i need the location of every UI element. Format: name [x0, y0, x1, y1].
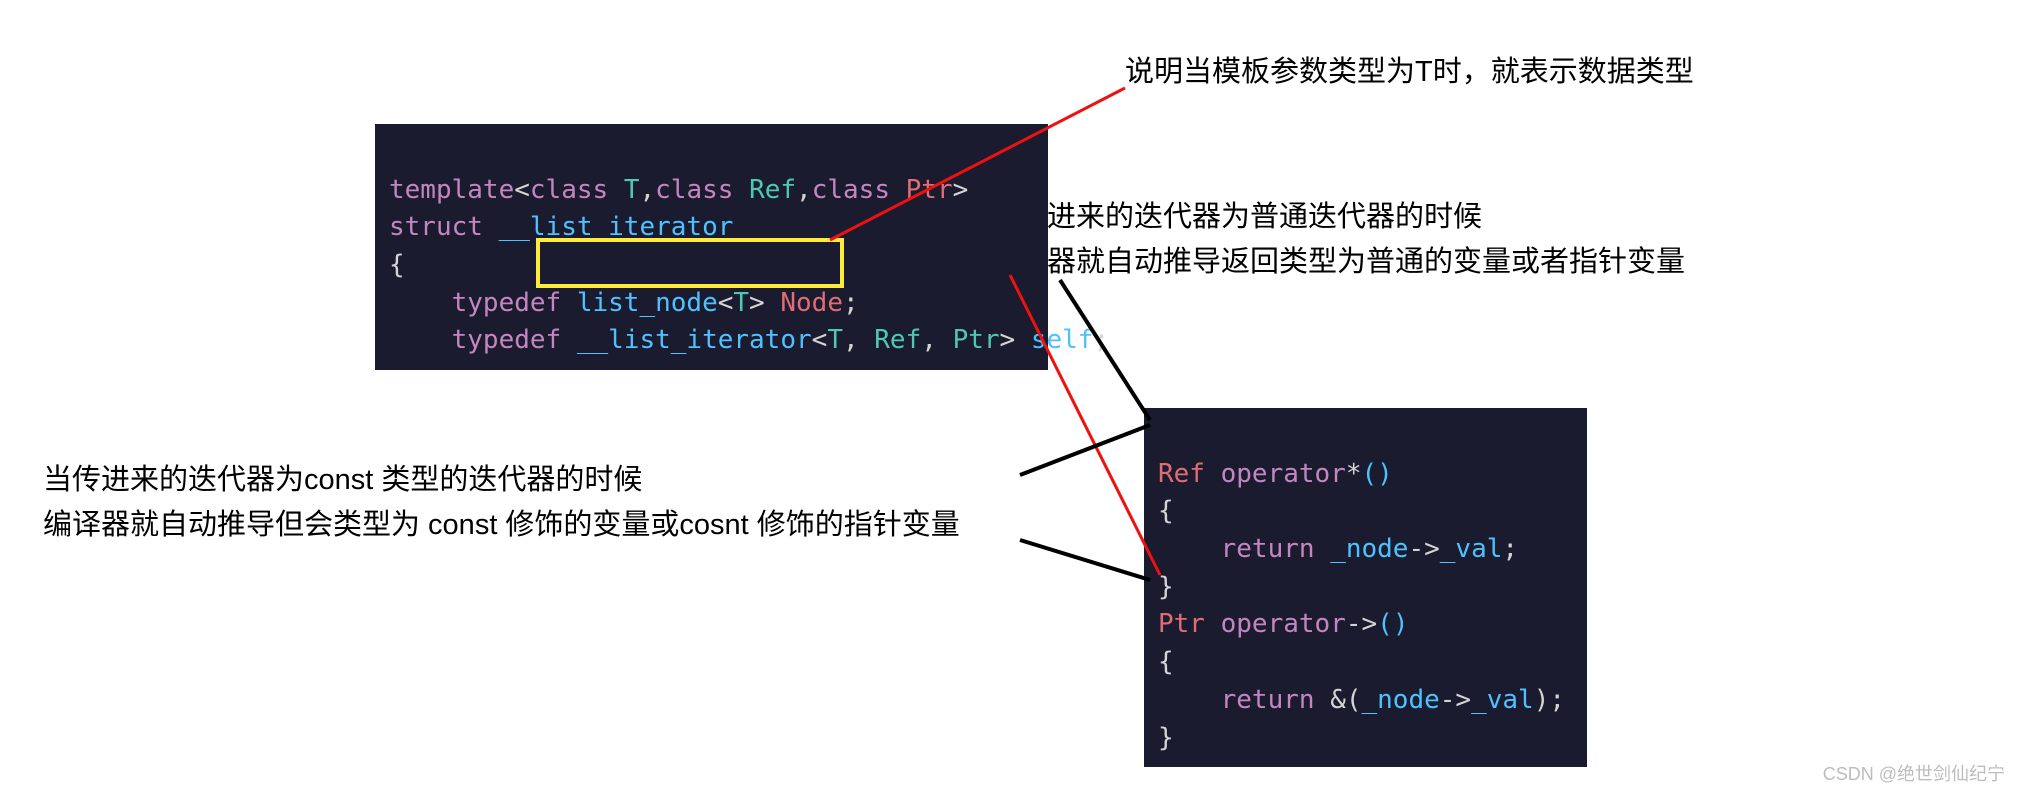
- annotation-left-line1: 当传进来的迭代器为const 类型的迭代器的时候: [43, 458, 642, 503]
- brace-open3: {: [1158, 647, 1174, 677]
- connector-overlay: [0, 0, 2029, 796]
- id-list-iterator: __list_iterator: [499, 212, 734, 242]
- kw-class1: class: [530, 175, 608, 205]
- op-lt: <: [514, 175, 530, 205]
- kw-return1: return: [1158, 534, 1330, 564]
- kw-return2: return: [1158, 685, 1330, 715]
- type-list-iterator2: __list_iterator: [577, 325, 812, 355]
- id-val1: _val: [1440, 534, 1503, 564]
- id-self: self: [1031, 325, 1094, 355]
- op-comma1: ,: [639, 175, 655, 205]
- op-gt2: >: [749, 288, 780, 318]
- code-block-top: template<class T,class Ref,class Ptr> st…: [375, 124, 1048, 370]
- type-Ptr: Ptr: [890, 175, 953, 205]
- kw-struct: struct: [389, 212, 499, 242]
- op-semi1: ;: [843, 288, 859, 318]
- brace-close3: }: [1158, 723, 1174, 753]
- paren1: (): [1362, 459, 1393, 489]
- op-semi4: ;: [1549, 685, 1565, 715]
- op-arrow2: ->: [1346, 609, 1377, 639]
- kw-typedef1: typedef: [389, 288, 577, 318]
- kw-template: template: [389, 175, 514, 205]
- kw-typedef2: typedef: [389, 325, 577, 355]
- annotation-top: 说明当模板参数类型为T时，就表示数据类型: [1125, 50, 1694, 95]
- op-c4: ,: [921, 325, 952, 355]
- op-c3: ,: [843, 325, 874, 355]
- arrow-black-3: [1020, 540, 1150, 580]
- op-paren-open: (: [1346, 685, 1362, 715]
- op-semi2: ;: [1093, 325, 1109, 355]
- op-gt3: >: [1000, 325, 1031, 355]
- annotation-left-line2: 编译器就自动推导但会类型为 const 修饰的变量或cosnt 修饰的指针变量: [43, 503, 960, 548]
- type-list-node: list_node: [577, 288, 718, 318]
- type-T: T: [608, 175, 639, 205]
- op-lt2: <: [718, 288, 734, 318]
- paren2: (): [1377, 609, 1408, 639]
- type-Ref: Ref: [733, 175, 796, 205]
- brace-close2: }: [1158, 572, 1174, 602]
- arrow-black-2: [1020, 425, 1150, 475]
- op-comma2: ,: [796, 175, 812, 205]
- id-node2: _node: [1362, 685, 1440, 715]
- annotation-right-line2: 编译器就自动推导返回类型为普通的变量或者指针变量: [989, 240, 1685, 285]
- annotation-right-line1: 当传进来的迭代器为普通迭代器的时候: [989, 195, 1482, 240]
- id-node1: _node: [1330, 534, 1408, 564]
- type-Ref2: Ref: [874, 325, 921, 355]
- code-block-bottom: Ref operator*() { return _node->_val; } …: [1144, 408, 1587, 767]
- op-star: *: [1346, 459, 1362, 489]
- id-Node: Node: [780, 288, 843, 318]
- op-arrow3: ->: [1440, 685, 1471, 715]
- kw-operator2: operator: [1221, 609, 1346, 639]
- id-val2: _val: [1471, 685, 1534, 715]
- type-Ptr3: Ptr: [1158, 609, 1221, 639]
- op-gt: >: [953, 175, 969, 205]
- op-amp: &: [1330, 685, 1346, 715]
- op-semi3: ;: [1502, 534, 1518, 564]
- op-paren-close: ): [1534, 685, 1550, 715]
- type-Ref3: Ref: [1158, 459, 1221, 489]
- op-lt3: <: [812, 325, 828, 355]
- kw-class2: class: [655, 175, 733, 205]
- kw-class3: class: [812, 175, 890, 205]
- type-T2: T: [733, 288, 749, 318]
- watermark: CSDN @绝世剑仙纪宁: [1823, 760, 2005, 786]
- brace-open2: {: [1158, 496, 1174, 526]
- brace-open: {: [389, 250, 405, 280]
- op-arrow1: ->: [1408, 534, 1439, 564]
- type-Ptr2: Ptr: [953, 325, 1000, 355]
- type-T3: T: [827, 325, 843, 355]
- kw-operator1: operator: [1221, 459, 1346, 489]
